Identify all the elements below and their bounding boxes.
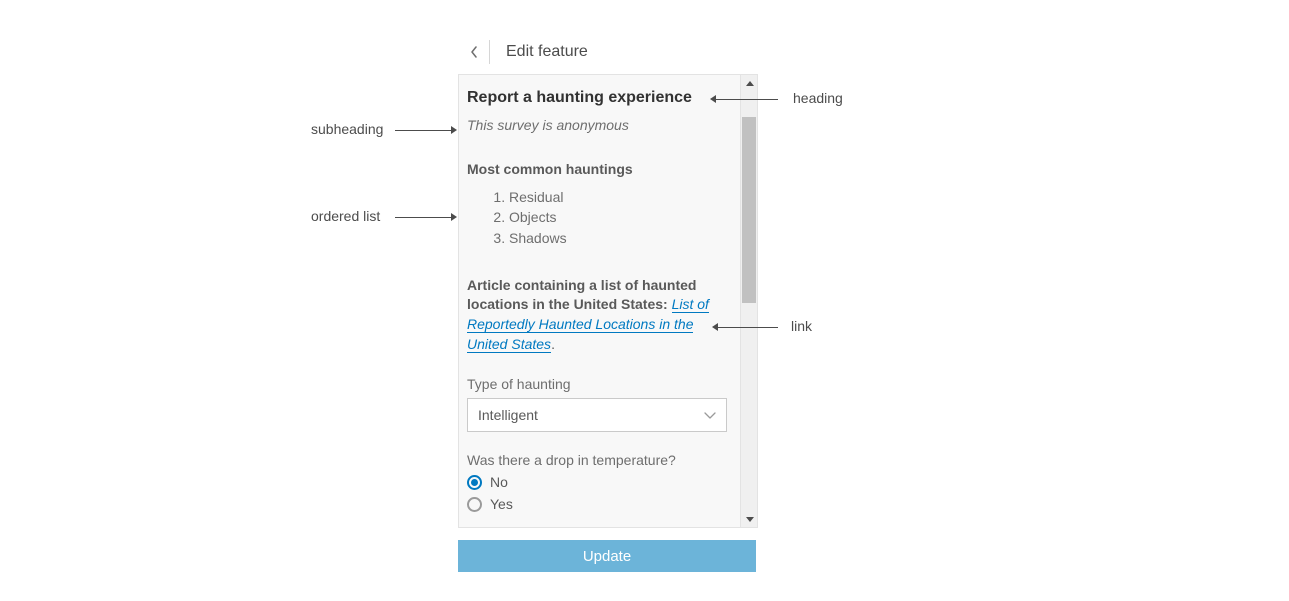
arrow-head-left-icon: [712, 323, 718, 331]
list-item: Objects: [509, 207, 730, 227]
radio-no[interactable]: No: [467, 474, 730, 490]
update-button[interactable]: Update: [458, 540, 756, 572]
callout-ordered-list: ordered list: [311, 208, 380, 224]
type-label: Type of haunting: [467, 376, 730, 392]
callout-subheading: subheading: [311, 121, 383, 137]
list-item: Residual: [509, 187, 730, 207]
temp-question: Was there a drop in temperature?: [467, 452, 730, 468]
type-select[interactable]: Intelligent: [467, 398, 727, 432]
callout-arrow: [395, 217, 451, 218]
form-heading: Report a haunting experience: [467, 89, 730, 107]
list-item: Shadows: [509, 228, 730, 248]
form-subheading: This survey is anonymous: [467, 117, 730, 133]
scroll-down-button[interactable]: [741, 511, 758, 527]
panel-header: Edit feature: [458, 30, 758, 74]
callout-arrow: [395, 130, 451, 131]
radio-yes[interactable]: Yes: [467, 496, 730, 512]
callout-arrow: [718, 327, 778, 328]
update-button-label: Update: [583, 548, 631, 565]
list-title: Most common hauntings: [467, 161, 730, 177]
article-block: Article containing a list of haunted loc…: [467, 276, 730, 354]
radio-label: Yes: [490, 496, 513, 512]
editor-panel: Edit feature Report a haunting experienc…: [458, 30, 758, 528]
callout-heading: heading: [793, 90, 843, 106]
panel-body: Report a haunting experience This survey…: [458, 74, 758, 528]
chevron-left-icon: [470, 46, 478, 58]
triangle-down-icon: [746, 517, 754, 522]
callout-arrow: [716, 99, 778, 100]
arrow-head-right-icon: [451, 213, 457, 221]
article-prefix: Article containing a list of haunted loc…: [467, 277, 696, 313]
radio-label: No: [490, 474, 508, 490]
type-select-value: Intelligent: [478, 407, 538, 423]
radio-icon: [467, 475, 482, 490]
panel-title: Edit feature: [506, 43, 588, 61]
triangle-up-icon: [746, 81, 754, 86]
chevron-down-icon: [704, 407, 716, 423]
scrollbar-thumb[interactable]: [742, 117, 756, 303]
callout-link: link: [791, 318, 812, 334]
arrow-head-left-icon: [710, 95, 716, 103]
scrollbar[interactable]: [740, 75, 757, 527]
arrow-head-right-icon: [451, 126, 457, 134]
article-suffix: .: [551, 336, 555, 352]
ordered-list: Residual Objects Shadows: [509, 187, 730, 248]
scroll-up-button[interactable]: [741, 75, 758, 91]
back-button[interactable]: [466, 40, 490, 64]
radio-icon: [467, 497, 482, 512]
stage: Edit feature Report a haunting experienc…: [0, 0, 1289, 601]
form-scroll-area[interactable]: Report a haunting experience This survey…: [459, 75, 738, 527]
